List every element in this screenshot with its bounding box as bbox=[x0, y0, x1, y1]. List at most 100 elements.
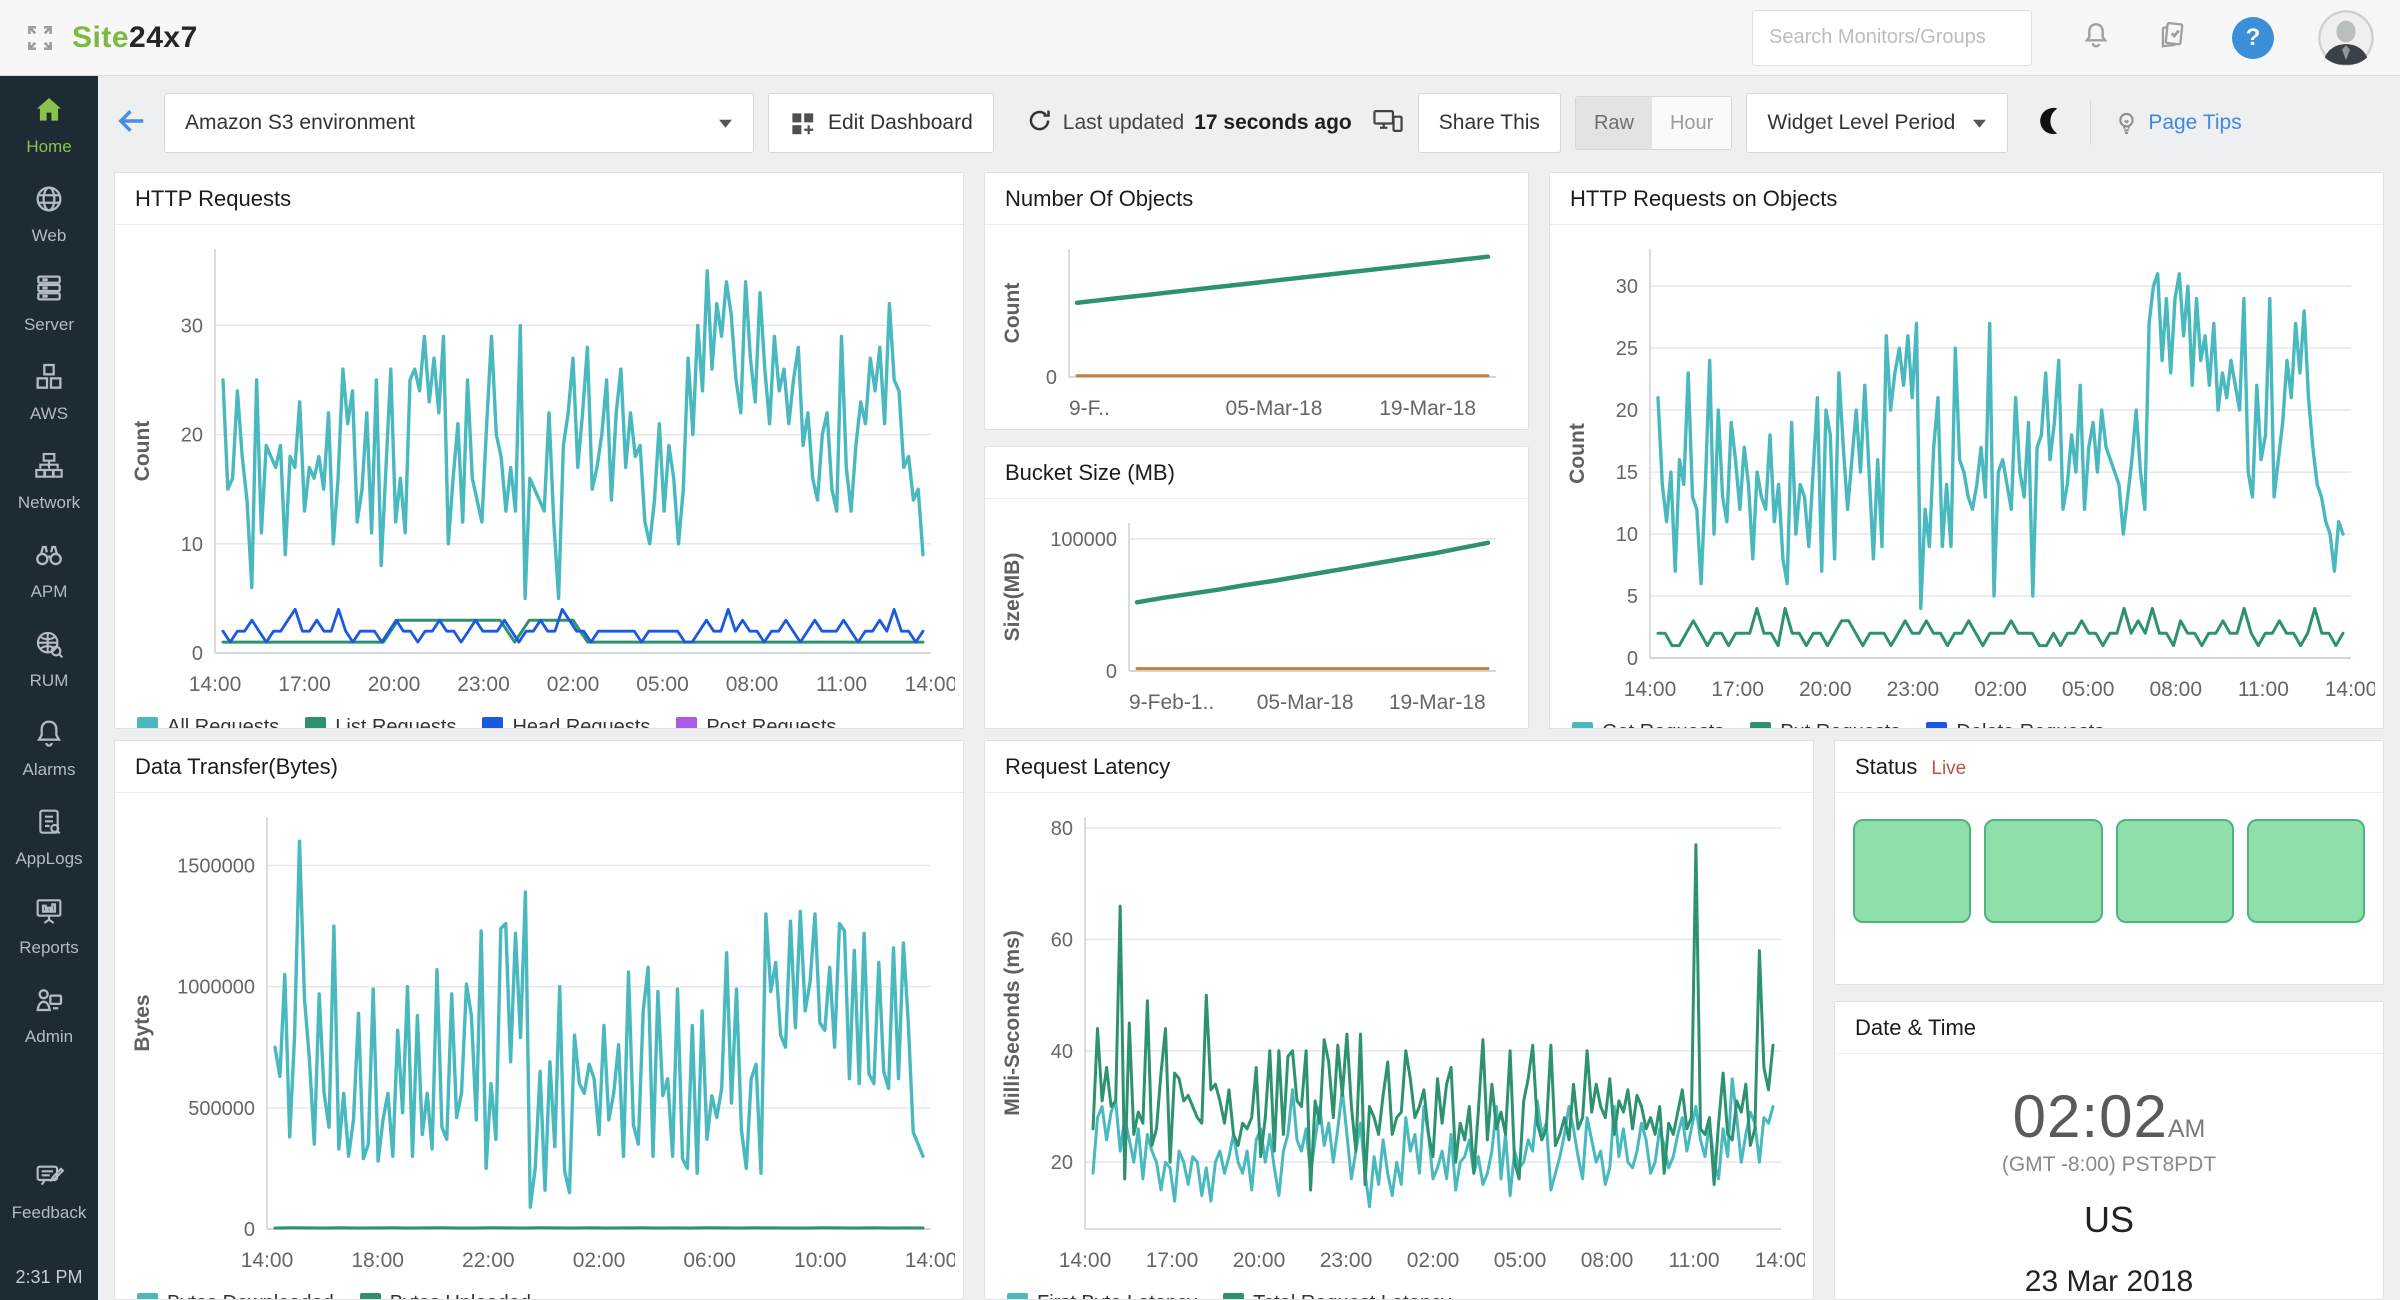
sidebar-item-network[interactable]: Network bbox=[18, 450, 80, 513]
svg-text:500000: 500000 bbox=[188, 1098, 255, 1120]
legend-label: Post Requests bbox=[706, 716, 836, 729]
sidebar-item-rum[interactable]: RUM bbox=[30, 628, 69, 691]
svg-text:30: 30 bbox=[1616, 276, 1638, 298]
request-latency-legend: First Byte Latency Total Request Latency bbox=[989, 1286, 1805, 1300]
status-monitor-tile[interactable] bbox=[2116, 819, 2234, 923]
status-monitor-tile[interactable] bbox=[2247, 819, 2365, 923]
legend-entry[interactable]: Total Request Latency bbox=[1223, 1292, 1451, 1300]
sidebar-item-reports[interactable]: Reports bbox=[19, 895, 79, 958]
region-label: US bbox=[1835, 1199, 2383, 1241]
back-arrow-icon[interactable] bbox=[114, 103, 150, 144]
svg-text:Size(MB): Size(MB) bbox=[1001, 553, 1024, 642]
sidebar-item-label: Admin bbox=[25, 1027, 73, 1047]
svg-text:23:00: 23:00 bbox=[1887, 678, 1940, 701]
legend-entry[interactable]: Bytes Downloaded bbox=[137, 1292, 334, 1300]
http-requests-legend: All Requests List Requests Head Requests Po… bbox=[119, 710, 955, 729]
svg-text:100000: 100000 bbox=[1050, 529, 1117, 551]
legend-entry[interactable]: Post Requests bbox=[676, 716, 836, 729]
svg-text:Count: Count bbox=[131, 421, 154, 482]
feedback-icon bbox=[33, 1160, 65, 1197]
data-transfer-chart: 05000001000000150000014:0018:0022:0002:0… bbox=[119, 799, 955, 1286]
svg-text:0: 0 bbox=[192, 643, 203, 665]
sidebar-item-home[interactable]: Home bbox=[26, 94, 71, 157]
svg-text:17:00: 17:00 bbox=[1146, 1249, 1199, 1272]
sidebar-item-label: Reports bbox=[19, 938, 79, 958]
legend-swatch bbox=[1926, 722, 1947, 729]
sidebar-item-web[interactable]: Web bbox=[32, 183, 67, 246]
sidebar-item-apm[interactable]: APM bbox=[31, 539, 68, 602]
night-mode-moon-icon[interactable] bbox=[2036, 105, 2068, 142]
sidebar-item-aws[interactable]: AWS bbox=[30, 361, 68, 424]
legend-swatch bbox=[482, 717, 503, 729]
panel-title: HTTP Requests on Objects bbox=[1570, 186, 1837, 212]
sidebar-item-alarms[interactable]: Alarms bbox=[23, 717, 76, 780]
legend-entry[interactable]: Put Requests bbox=[1750, 721, 1900, 729]
sidebar-item-server[interactable]: Server bbox=[24, 272, 74, 335]
search-input[interactable] bbox=[1752, 10, 2032, 66]
sidebar-item-admin[interactable]: Admin bbox=[25, 984, 73, 1047]
applogs-icon bbox=[33, 806, 65, 843]
legend-entry[interactable]: Head Requests bbox=[482, 716, 650, 729]
sidebar-item-label: Web bbox=[32, 226, 67, 246]
toggle-hour[interactable]: Hour bbox=[1652, 97, 1731, 149]
widget-level-period-dropdown[interactable]: Widget Level Period bbox=[1746, 93, 2008, 153]
sidebar-item-label: Alarms bbox=[23, 760, 76, 780]
dashboard-selector[interactable]: Amazon S3 environment bbox=[164, 93, 754, 153]
legend-entry[interactable]: All Requests bbox=[137, 716, 279, 729]
legend-entry[interactable]: Get Requests bbox=[1572, 721, 1724, 729]
panel-http-requests-on-objects: HTTP Requests on Objects 05101520253014:… bbox=[1549, 172, 2384, 729]
home-icon bbox=[33, 94, 65, 131]
user-avatar[interactable] bbox=[2318, 10, 2374, 66]
svg-text:05:00: 05:00 bbox=[2062, 678, 2115, 701]
svg-text:30: 30 bbox=[181, 315, 203, 337]
share-this-button[interactable]: Share This bbox=[1418, 93, 1561, 153]
reports-icon bbox=[33, 895, 65, 932]
panel-status: Status Live bbox=[1834, 740, 2384, 985]
sidebar-item-label: AWS bbox=[30, 404, 68, 424]
share-this-label: Share This bbox=[1439, 111, 1540, 135]
svg-text:Bytes: Bytes bbox=[131, 994, 154, 1051]
sidebar-item-label: APM bbox=[31, 582, 68, 602]
svg-text:11:00: 11:00 bbox=[1669, 1249, 1720, 1272]
site24x7-logo[interactable]: Site24x7 bbox=[72, 21, 198, 55]
notifications-bell-icon[interactable] bbox=[2080, 19, 2112, 56]
expand-icon[interactable] bbox=[24, 22, 56, 54]
svg-text:20: 20 bbox=[181, 425, 203, 447]
dashboard-content: Amazon S3 environment Edit Dashboard Las… bbox=[98, 76, 2400, 1300]
toggle-raw[interactable]: Raw bbox=[1576, 97, 1652, 149]
svg-text:02:00: 02:00 bbox=[547, 673, 600, 696]
dashboard-grid-icon bbox=[789, 110, 816, 137]
refresh-icon[interactable] bbox=[1026, 107, 1053, 140]
legend-swatch bbox=[360, 1293, 381, 1300]
status-monitor-tile[interactable] bbox=[1984, 819, 2102, 923]
svg-text:0: 0 bbox=[1046, 367, 1057, 389]
help-icon[interactable]: ? bbox=[2232, 17, 2274, 59]
legend-entry[interactable]: Delete Requests bbox=[1926, 721, 2104, 729]
svg-text:60: 60 bbox=[1051, 929, 1073, 951]
sidebar-item-label: AppLogs bbox=[15, 849, 82, 869]
legend-entry[interactable]: Bytes Uploaded bbox=[360, 1292, 531, 1300]
legend-entry[interactable]: List Requests bbox=[305, 716, 456, 729]
svg-text:40: 40 bbox=[1051, 1041, 1073, 1063]
status-monitor-tile[interactable] bbox=[1853, 819, 1971, 923]
svg-text:25: 25 bbox=[1616, 338, 1638, 360]
network-icon bbox=[33, 450, 65, 487]
clock-time: 02:02 bbox=[2013, 1083, 2168, 1150]
svg-text:5: 5 bbox=[1627, 586, 1638, 608]
svg-text:19-Mar-18: 19-Mar-18 bbox=[1379, 397, 1476, 420]
page-tips-link[interactable]: Page Tips bbox=[2113, 110, 2241, 137]
sidebar-item-applogs[interactable]: AppLogs bbox=[15, 806, 82, 869]
sidebar-item-feedback[interactable]: Feedback bbox=[12, 1160, 87, 1223]
page-tips-label: Page Tips bbox=[2148, 111, 2241, 135]
server-icon bbox=[33, 272, 65, 309]
edit-dashboard-button[interactable]: Edit Dashboard bbox=[768, 93, 994, 153]
admin-icon bbox=[33, 984, 65, 1021]
devices-icon[interactable] bbox=[1372, 106, 1404, 141]
legend-swatch bbox=[305, 717, 326, 729]
tasks-icon[interactable] bbox=[2156, 19, 2188, 56]
svg-text:05-Mar-18: 05-Mar-18 bbox=[1226, 397, 1323, 420]
legend-entry[interactable]: First Byte Latency bbox=[1007, 1292, 1197, 1300]
sidebar-clock: 2:31 PM bbox=[15, 1267, 82, 1288]
widget-level-period-value: Widget Level Period bbox=[1767, 111, 1955, 135]
legend-label: Head Requests bbox=[512, 716, 650, 729]
